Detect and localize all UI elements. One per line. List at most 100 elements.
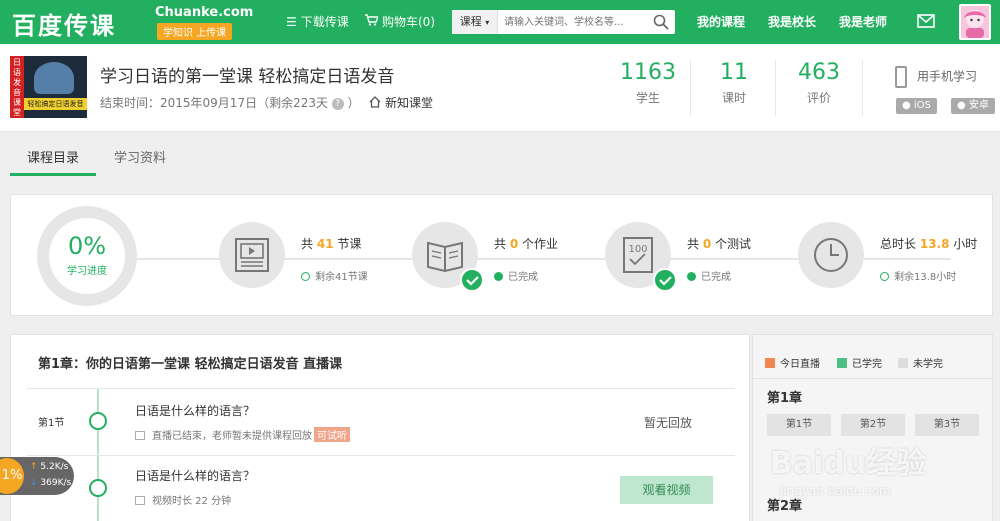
tab-catalog[interactable]: 课程目录 [10,148,97,176]
stat-reviews[interactable]: 463 评价 [789,60,849,106]
homework-count: 共 0 个作业 [494,237,559,251]
teacher-link[interactable]: 我是老师 [839,0,887,44]
download-link[interactable]: ☰ 下载传课 [286,0,349,44]
course-title: 学习日语的第一堂课 轻松搞定日语发音 [100,67,395,87]
upload-speed: ↑ 5.2K/s [30,462,69,472]
section-number: 第1节 [38,418,65,429]
cart-link[interactable]: 购物车(0) [365,0,435,44]
timeline-node-icon [89,479,107,497]
tests-node: 100 [605,222,677,292]
divider [753,378,992,379]
homework-node [412,222,484,292]
legend-swatch [765,358,775,368]
lessons-node [219,222,285,288]
cart-icon [365,0,380,44]
download-speed: ↓ 369K/s [30,478,72,488]
no-replay-label: 暂无回放 [644,416,693,430]
status-dot-icon [301,272,310,281]
sidebar-section-2[interactable]: 第2节 [841,414,905,436]
divider [862,60,863,116]
progress-label: 学习进度 [67,266,107,277]
timeline-node-icon [89,412,107,430]
search-icon[interactable] [653,14,669,30]
chapter-title: 第1章：你的日语第一堂课 轻松搞定日语发音 直播课 [38,357,343,372]
school-link[interactable]: 新知课堂 [369,94,433,111]
avatar[interactable] [959,4,991,40]
trial-badge: 可试听 [314,427,350,442]
divider [775,60,776,116]
lesson-status: 直播已结束，老师暂未提供课程回放 可试听 [135,427,350,442]
ios-button[interactable]: ● iOS [896,98,937,114]
legend-todo: 未学完 [898,355,943,370]
progress-percent: 0% [67,232,107,260]
status-dot-icon [687,272,696,281]
lesson-duration: 视频时长 22 分钟 [135,492,231,507]
chapter-list: 第1章：你的日语第一堂课 轻松搞定日语发音 直播课 第1节 日语是什么样的语言？… [10,334,750,521]
test-paper-icon: 100 [623,237,653,273]
cover-side-text: 日语发音课堂 [10,56,24,118]
logo-tagline: 学知识 上传课 [157,23,233,40]
stat-students: 1163 学生 [620,60,676,105]
course-header: 日语发音课堂 轻松搞定日语发音 学习日语的第一堂课 轻松搞定日语发音 结束时间：… [0,44,1000,132]
lessons-count: 共 41 节课 [301,237,362,251]
cover-illustration [34,62,74,94]
home-icon [369,96,381,108]
sidebar-chapter-2[interactable]: 第2章 [767,495,802,514]
principal-link[interactable]: 我是校长 [768,0,816,44]
mail-icon[interactable] [917,14,935,28]
arrow-down-icon: ↓ [30,478,38,488]
legend-done: 已学完 [837,355,882,370]
chevron-down-icon: ▾ [485,18,490,27]
play-icon [135,431,145,440]
check-icon [460,268,484,292]
arrow-up-icon: ↑ [30,462,38,472]
mobile-learning: 用手机学习 [895,66,977,88]
duration-node [798,222,864,288]
lesson-title[interactable]: 日语是什么样的语言？ [135,402,255,419]
video-icon [135,496,145,505]
progress-panel: 0% 学习进度 共 41 节课 剩余41节课 共 0 个作业 已完成 100 共… [10,194,993,316]
site-logo[interactable]: 百度传课 [12,6,116,41]
legend-swatch [898,358,908,368]
search-category-select[interactable]: 课程 ▾ [452,10,498,34]
lesson-title[interactable]: 日语是什么样的语言？ [135,467,255,484]
android-button[interactable]: ● 安卓 [951,98,995,114]
tests-status: 已完成 [687,268,731,283]
top-nav-bar: 百度传课 Chuanke.com 学知识 上传课 ☰ 下载传课 购物车(0) 课程… [0,0,1000,44]
lessons-remaining: 剩余41节课 [301,268,368,283]
duration-total: 总时长 13.8 小时 [880,237,978,251]
search-input[interactable] [504,10,649,34]
svg-text:100: 100 [628,244,647,255]
divider [690,60,691,116]
duration-remaining: 剩余13.8小时 [880,268,956,283]
my-courses-link[interactable]: 我的课程 [697,0,745,44]
cover-band-text: 轻松搞定日语发音 [24,98,87,110]
menu-icon: ☰ [286,15,297,29]
status-dot-icon [494,272,503,281]
watch-video-button[interactable]: 观看视频 [620,476,713,504]
sidebar-section-1[interactable]: 第1节 [767,414,831,436]
legend-live: 今日直播 [765,355,820,370]
help-icon[interactable]: ? [331,97,344,110]
status-dot-icon [880,272,889,281]
chapter-sidebar: 今日直播 已学完 未学完 第1章 第1节 第2节 第3节 第2章 [752,334,993,521]
divider [27,388,735,389]
search-box: 课程 ▾ [452,10,675,34]
android-icon: ● [957,100,969,111]
tab-materials[interactable]: 学习资料 [114,148,166,176]
sidebar-chapter-1[interactable]: 第1章 [767,387,802,406]
check-icon [653,268,677,292]
network-speed-widget[interactable]: 1% ↑ 5.2K/s ↓ 369K/s [0,457,74,495]
tests-count: 共 0 个测试 [687,237,752,251]
course-cover-image[interactable]: 日语发音课堂 轻松搞定日语发音 [10,56,87,118]
site-logo-en[interactable]: Chuanke.com [155,5,253,20]
sidebar-section-3[interactable]: 第3节 [915,414,979,436]
divider [27,455,735,456]
apple-icon: ● [902,100,914,111]
clock-icon [814,238,848,272]
course-end-time: 结束时间：2015年09月17日（剩余223天 ? ） [100,96,360,110]
book-icon [427,241,463,273]
stat-lessons: 11 课时 [720,60,748,105]
video-lesson-icon [235,238,269,272]
legend-swatch [837,358,847,368]
